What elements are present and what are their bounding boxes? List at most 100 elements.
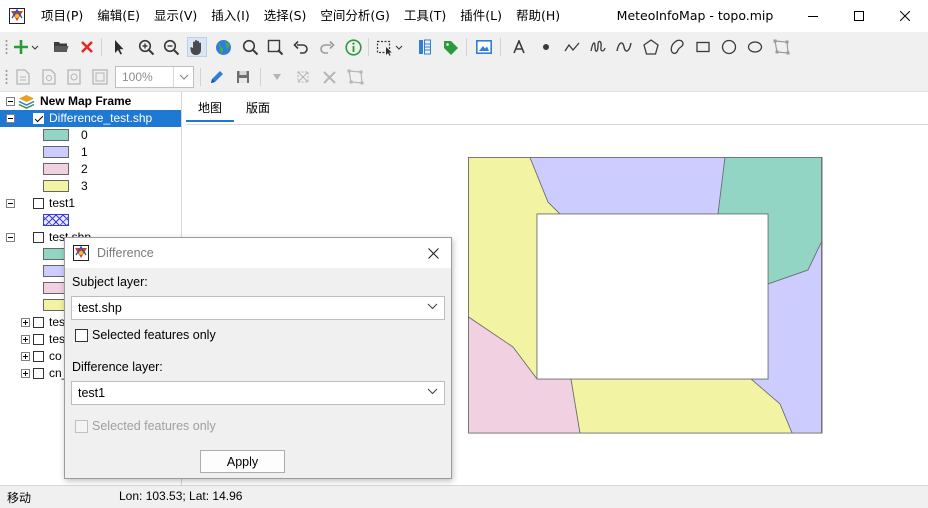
layer-visibility-checkbox[interactable] xyxy=(33,113,44,124)
collapse-toggle[interactable] xyxy=(6,199,15,208)
subject-selected-only-label: Selected features only xyxy=(92,328,216,342)
page-zoom-in-button[interactable] xyxy=(64,67,84,87)
difference-layer-select[interactable]: test1 xyxy=(71,381,445,405)
toolbar-separator xyxy=(466,38,467,56)
collapse-toggle[interactable] xyxy=(6,233,15,242)
subject-selected-only-checkbox[interactable] xyxy=(75,329,88,342)
dialog-title-bar[interactable]: Difference xyxy=(65,238,451,268)
toolbar-grip[interactable] xyxy=(5,39,8,55)
page-zoom-out-button[interactable] xyxy=(90,67,110,87)
map-view[interactable] xyxy=(468,157,823,434)
legend-item[interactable]: 3 xyxy=(0,178,181,195)
subject-layer-select[interactable]: test.shp xyxy=(71,296,445,320)
undo-icon xyxy=(293,40,308,54)
menu-spatial-analysis[interactable]: 空间分析(G) xyxy=(313,0,396,32)
zoom-level-combo[interactable]: 100% xyxy=(115,66,194,88)
menu-select[interactable]: 选择(S) xyxy=(257,0,314,32)
page-setup-button[interactable] xyxy=(39,67,59,87)
open-folder-button[interactable] xyxy=(51,37,71,57)
zoom-to-selection-button[interactable] xyxy=(265,37,285,57)
redo-button[interactable] xyxy=(317,37,337,57)
layer-visibility-checkbox[interactable] xyxy=(33,368,44,379)
menu-tools[interactable]: 工具(T) xyxy=(397,0,453,32)
menu-help[interactable]: 帮助(H) xyxy=(509,0,567,32)
remove-layer-button[interactable] xyxy=(77,37,97,57)
label-button[interactable] xyxy=(441,37,461,57)
attribute-table-button[interactable] xyxy=(415,37,435,57)
edit-feature-vertices-button[interactable] xyxy=(345,67,365,87)
chevron-down-icon xyxy=(427,388,438,395)
add-layer-button[interactable] xyxy=(13,37,41,57)
layer-visibility-checkbox[interactable] xyxy=(33,317,44,328)
minimize-button[interactable] xyxy=(790,0,836,32)
expand-toggle[interactable] xyxy=(21,369,30,378)
close-window-button[interactable] xyxy=(882,0,928,32)
subject-layer-value: test.shp xyxy=(78,301,122,315)
edit-tool-button[interactable] xyxy=(267,67,287,87)
edit-vertices-button[interactable] xyxy=(771,37,791,57)
edit-pen-button[interactable] xyxy=(207,67,227,87)
select-elements-button[interactable] xyxy=(109,37,129,57)
expand-toggle[interactable] xyxy=(21,318,30,327)
menu-project[interactable]: 项目(P) xyxy=(34,0,90,32)
expand-toggle[interactable] xyxy=(21,352,30,361)
zoom-to-layer-button[interactable] xyxy=(240,37,260,57)
layer-visibility-checkbox[interactable] xyxy=(33,232,44,243)
add-curve-button[interactable] xyxy=(614,37,634,57)
legend-item[interactable]: 0 xyxy=(0,127,181,144)
new-feature-button[interactable] xyxy=(293,67,313,87)
zoom-out-button[interactable] xyxy=(161,37,181,57)
difference-selected-only-checkbox[interactable] xyxy=(75,420,88,433)
add-circle-button[interactable] xyxy=(719,37,739,57)
menu-plugins[interactable]: 插件(L) xyxy=(453,0,509,32)
save-edits-button[interactable] xyxy=(233,67,253,87)
image-icon xyxy=(476,40,492,54)
layer-visibility-checkbox[interactable] xyxy=(33,198,44,209)
add-rectangle-button[interactable] xyxy=(693,37,713,57)
add-polyline-button[interactable] xyxy=(562,37,582,57)
menu-view[interactable]: 显示(V) xyxy=(147,0,204,32)
curve-icon xyxy=(616,42,632,52)
full-extent-button[interactable] xyxy=(213,37,233,57)
ellipse-icon xyxy=(747,41,763,53)
layer-visibility-checkbox[interactable] xyxy=(33,351,44,362)
add-ellipse-button[interactable] xyxy=(745,37,765,57)
save-icon xyxy=(237,71,249,83)
undo-button[interactable] xyxy=(291,37,311,57)
tree-layer-difference[interactable]: Difference_test.shp xyxy=(0,110,181,127)
maximize-button[interactable] xyxy=(836,0,882,32)
menu-insert[interactable]: 插入(I) xyxy=(204,0,256,32)
layer-visibility-checkbox[interactable] xyxy=(33,334,44,345)
map-hole-rectangle xyxy=(536,213,769,380)
zoom-dropdown-button[interactable] xyxy=(173,67,193,87)
tree-layer-test1[interactable]: test1 xyxy=(0,195,181,212)
add-freehand-button[interactable] xyxy=(588,37,608,57)
menu-edit[interactable]: 编辑(E) xyxy=(90,0,147,32)
main-toolbar xyxy=(0,32,928,62)
legend-item[interactable]: 1 xyxy=(0,144,181,161)
legend-item[interactable]: 2 xyxy=(0,161,181,178)
tree-map-frame[interactable]: New Map Frame xyxy=(0,93,181,110)
select-features-button[interactable] xyxy=(376,37,406,57)
document-icon xyxy=(16,69,30,85)
add-text-button[interactable] xyxy=(509,37,529,57)
collapse-toggle[interactable] xyxy=(6,97,15,106)
collapse-toggle[interactable] xyxy=(6,114,15,123)
add-polygon-button[interactable] xyxy=(641,37,661,57)
tab-layout[interactable]: 版面 xyxy=(234,94,282,122)
expand-toggle[interactable] xyxy=(21,335,30,344)
tab-map[interactable]: 地图 xyxy=(186,94,235,122)
toolbar-grip[interactable] xyxy=(5,69,8,85)
add-point-button[interactable] xyxy=(536,37,556,57)
view-tabs: 地图 版面 xyxy=(186,94,282,122)
add-image-button[interactable] xyxy=(474,37,494,57)
apply-button[interactable]: Apply xyxy=(200,450,285,473)
pan-button[interactable] xyxy=(187,37,207,57)
legend-item[interactable] xyxy=(0,212,181,229)
dialog-close-button[interactable] xyxy=(415,238,451,268)
delete-feature-button[interactable] xyxy=(319,67,339,87)
identify-button[interactable] xyxy=(343,37,363,57)
zoom-in-button[interactable] xyxy=(136,37,156,57)
add-curve-polygon-button[interactable] xyxy=(667,37,687,57)
new-page-button[interactable] xyxy=(13,67,33,87)
